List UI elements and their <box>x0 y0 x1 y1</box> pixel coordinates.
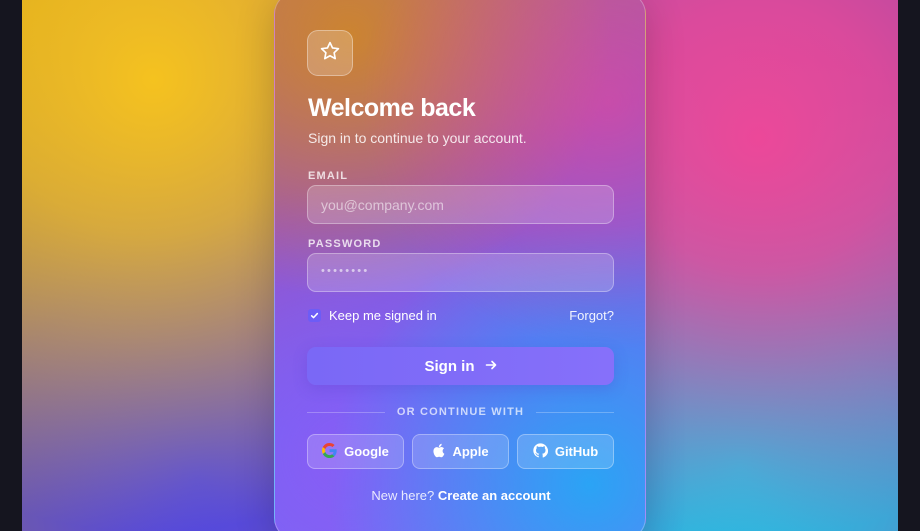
github-signin-button[interactable]: GitHub <box>517 434 614 469</box>
page-title: Welcome back <box>308 94 476 122</box>
apple-label: Apple <box>452 444 489 459</box>
sign-in-label: Sign in <box>424 357 475 375</box>
divider-text: OR CONTINUE WITH <box>396 406 525 418</box>
email-field[interactable] <box>307 185 614 224</box>
arrow-right-icon <box>485 358 497 375</box>
remember-label: Keep me signed in <box>329 307 437 323</box>
social-divider: OR CONTINUE WITH <box>307 405 615 419</box>
signup-prompt-text: New here? <box>371 488 435 503</box>
google-signin-button[interactable]: Google <box>307 434 404 469</box>
signup-prompt: New here? Create an account <box>275 488 647 503</box>
options-row: Keep me signed in Forgot? <box>308 307 614 323</box>
create-account-link[interactable]: Create an account <box>438 488 551 503</box>
email-label: EMAIL <box>308 170 349 182</box>
github-icon <box>533 442 548 461</box>
login-card: Welcome back Sign in to continue to your… <box>274 0 646 531</box>
remember-toggle[interactable]: Keep me signed in <box>308 308 437 323</box>
page-subtitle: Sign in to continue to your account. <box>308 130 527 146</box>
star-icon <box>319 40 341 67</box>
google-icon <box>322 442 337 461</box>
logo-badge <box>307 30 353 76</box>
password-label: PASSWORD <box>308 238 382 250</box>
google-label: Google <box>344 444 389 459</box>
github-label: GitHub <box>554 444 599 459</box>
apple-signin-button[interactable]: Apple <box>412 434 509 469</box>
forgot-password-link[interactable]: Forgot? <box>569 308 614 323</box>
apple-icon <box>432 443 445 461</box>
password-field[interactable] <box>307 253 614 292</box>
remember-checkbox[interactable] <box>308 308 321 322</box>
sign-in-button[interactable]: Sign in <box>307 347 614 385</box>
